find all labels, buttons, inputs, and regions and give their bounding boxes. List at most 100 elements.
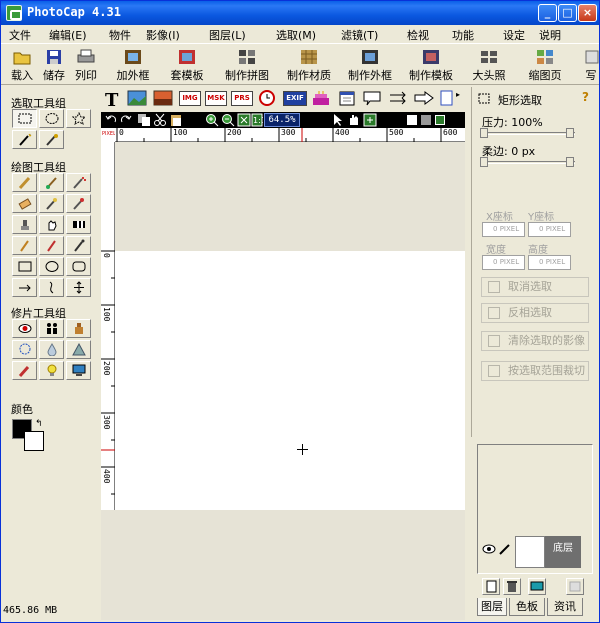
x-coord-field[interactable]: 0 PIXEL <box>482 222 525 237</box>
thumbnail-page-button[interactable]: 缩图页 <box>525 46 565 84</box>
menu-object[interactable]: 物件 <box>109 27 131 43</box>
pressure-slider-thumb[interactable] <box>566 128 574 138</box>
deselect-button[interactable]: 取消选取 <box>481 277 589 297</box>
make-puzzle-button[interactable]: 制作拼图 <box>221 46 273 84</box>
eraser-tool[interactable] <box>12 194 37 213</box>
delete-layer-button[interactable] <box>503 578 521 595</box>
make-texture-button[interactable]: 制作材质 <box>283 46 335 84</box>
clone-tool[interactable] <box>39 194 64 213</box>
id-photo-button[interactable]: 大头照 <box>469 46 509 84</box>
zoom-out-icon[interactable] <box>221 113 235 127</box>
swap-colors-icon[interactable]: ↰ <box>35 419 43 429</box>
image-canvas[interactable] <box>115 251 465 510</box>
prs-button[interactable]: PRS <box>231 91 253 106</box>
minimize-button[interactable]: _ <box>538 4 557 22</box>
y-coord-field[interactable]: 0 PIXEL <box>528 222 571 237</box>
clock-button[interactable] <box>258 90 276 107</box>
make-template-button[interactable]: 制作模板 <box>405 46 457 84</box>
red-eye-tool[interactable] <box>12 319 37 338</box>
img-button[interactable]: IMG <box>179 91 201 106</box>
pencil-tool[interactable] <box>12 173 37 192</box>
ellipse-select-tool[interactable] <box>39 109 64 128</box>
white-bg-toggle[interactable] <box>407 115 417 125</box>
menu-function[interactable]: 功能 <box>452 27 474 43</box>
actual-size-icon[interactable]: 1:1 <box>251 113 263 127</box>
add-icon[interactable] <box>363 113 377 127</box>
menu-help[interactable]: 说明 <box>539 27 561 43</box>
layer-thumbnail[interactable] <box>515 536 545 568</box>
print-button[interactable]: 列印 <box>71 46 101 84</box>
exif-button[interactable]: EXIF <box>283 91 307 106</box>
light-tool[interactable] <box>39 361 64 380</box>
zoom-in-icon[interactable] <box>205 113 219 127</box>
menu-filter[interactable]: 滤镜(T) <box>341 27 378 43</box>
toolbar-scroll-right[interactable]: ▸ <box>456 90 464 107</box>
width-field[interactable]: 0 PIXEL <box>482 255 525 270</box>
menu-edit[interactable]: 编辑(E) <box>49 27 87 43</box>
close-button[interactable]: × <box>578 4 597 22</box>
menu-settings[interactable]: 设定 <box>503 27 525 43</box>
zoom-level[interactable]: 64.5% <box>264 113 300 127</box>
fill-tool[interactable] <box>39 215 64 234</box>
layer-visibility-eye-icon[interactable] <box>482 544 496 554</box>
redo-icon[interactable] <box>119 113 133 127</box>
color-picker[interactable]: ↰ <box>12 419 52 455</box>
mask-button[interactable]: MSK <box>205 91 227 106</box>
menu-layer[interactable]: 图层(L) <box>209 27 246 43</box>
tab-swatches[interactable]: 色板 <box>509 598 545 616</box>
merge-layer-button[interactable] <box>566 578 584 595</box>
curve-tool[interactable] <box>39 278 64 297</box>
rect-select-tool[interactable] <box>12 109 37 128</box>
paint-retouch-tool[interactable] <box>12 361 37 380</box>
more-shapes-button[interactable] <box>439 90 455 107</box>
calendar-button[interactable] <box>338 90 356 107</box>
menu-file[interactable]: 文件 <box>9 27 31 43</box>
menu-select[interactable]: 选取(M) <box>276 27 316 43</box>
dodge-tool[interactable] <box>66 319 91 338</box>
insert-photo-button[interactable] <box>153 90 173 107</box>
undo-icon[interactable] <box>104 113 118 127</box>
paste-icon[interactable] <box>169 113 183 127</box>
magic-wand-tool[interactable] <box>12 130 37 149</box>
pen-tool[interactable] <box>12 236 37 255</box>
title-bar[interactable]: PhotoCap 4.31 _ □ × <box>1 1 599 25</box>
gradient-tool[interactable] <box>66 215 91 234</box>
insert-image-button[interactable] <box>127 90 147 107</box>
blur-tool[interactable] <box>39 340 64 359</box>
feather-slider-thumb[interactable] <box>480 157 488 167</box>
green-bg-toggle[interactable] <box>435 115 445 125</box>
brush-select-tool[interactable] <box>39 130 64 149</box>
cut-icon[interactable] <box>153 113 167 127</box>
crop-to-selection-button[interactable]: 按选取范围裁切 <box>481 361 589 381</box>
save-button[interactable]: 储存 <box>39 46 69 84</box>
apply-template-button[interactable]: 套模板 <box>165 46 209 84</box>
line-tool[interactable] <box>12 278 37 297</box>
spray-tool[interactable] <box>66 173 91 192</box>
brush-tool[interactable] <box>39 173 64 192</box>
tab-layers[interactable]: 图层 <box>477 598 507 616</box>
marker-tool[interactable] <box>39 236 64 255</box>
sharpen-tool[interactable] <box>66 340 91 359</box>
help-question-icon[interactable]: ? <box>582 90 589 104</box>
menu-image[interactable]: 影像(I) <box>146 27 180 43</box>
load-button[interactable]: 载入 <box>7 46 37 84</box>
workspace-lower[interactable] <box>101 510 465 620</box>
make-frame-button[interactable]: 制作外框 <box>344 46 396 84</box>
pressure-slider-left-thumb[interactable] <box>480 128 488 138</box>
layer-item-background[interactable]: 底层 <box>545 536 581 568</box>
ellipse-shape-tool[interactable] <box>39 257 64 276</box>
gray-bg-toggle[interactable] <box>421 115 431 125</box>
write-button[interactable]: 写 <box>583 46 599 84</box>
feather-slider-right-thumb[interactable] <box>566 157 574 167</box>
text-tool-button[interactable]: T <box>101 90 121 111</box>
figure-tool[interactable] <box>39 319 64 338</box>
hand-icon[interactable] <box>347 113 361 127</box>
screen-tool[interactable] <box>66 361 91 380</box>
background-color-swatch[interactable] <box>24 431 44 451</box>
lasso-tool[interactable] <box>12 340 37 359</box>
stamp-tool[interactable] <box>12 215 37 234</box>
fit-window-icon[interactable] <box>237 113 251 127</box>
pointer-icon[interactable] <box>331 113 345 127</box>
speech-bubble-button[interactable] <box>362 90 382 107</box>
feather-slider[interactable] <box>480 157 575 167</box>
